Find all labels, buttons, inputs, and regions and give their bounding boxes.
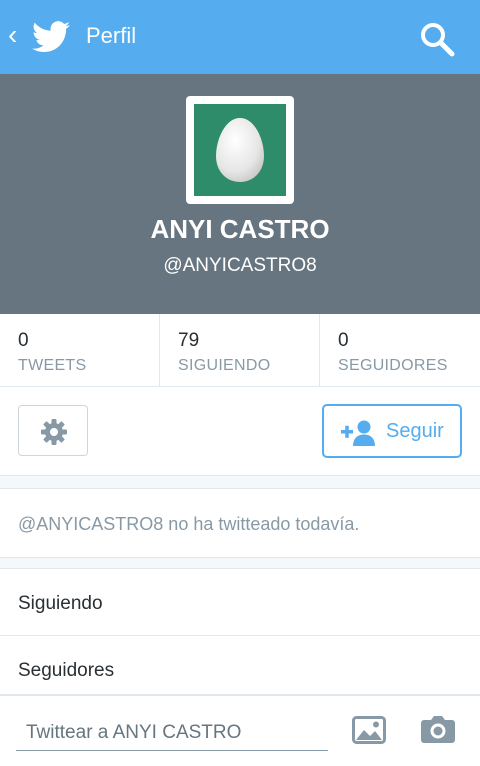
list-item-label: Seguidores [18,660,115,681]
empty-timeline-message: @ANYICASTRO8 no ha twitteado todavía. [18,514,360,534]
image-icon[interactable] [352,716,386,744]
follow-button-label: Seguir [386,420,444,442]
list-item-following[interactable]: Siguiendo [0,569,480,636]
timeline-empty-state: @ANYICASTRO8 no ha twitteado todavía. [0,488,480,558]
profile-actions: Seguir [0,387,480,476]
list-item-label: Siguiendo [18,593,103,614]
twitter-bird-icon[interactable] [32,20,70,54]
compose-tweet-input[interactable] [26,718,322,748]
avatar[interactable] [186,96,294,204]
stat-tweets[interactable]: 0 TWEETS [0,314,160,386]
avatar-background [194,104,286,196]
gear-icon [41,419,67,445]
profile-handle: @ANYICASTRO8 [163,255,317,276]
stat-following[interactable]: 79 SIGUIENDO [160,314,320,386]
egg-avatar-icon [216,118,264,182]
search-icon[interactable] [418,20,456,58]
stat-followers-label: SEGUIDORES [338,357,448,374]
settings-button[interactable] [18,405,88,456]
stat-tweets-label: TWEETS [18,357,87,374]
list-item-followers[interactable]: Seguidores [0,636,480,702]
stat-following-label: SIGUIENDO [178,357,271,374]
page-title: Perfil [86,23,137,48]
camera-icon[interactable] [420,714,456,744]
back-icon[interactable]: ‹ [8,20,17,50]
profile-header: ANYI CASTRO @ANYICASTRO8 [0,74,480,314]
stat-tweets-count: 0 [18,330,29,351]
stat-followers-count: 0 [338,330,349,351]
compose-bar [0,694,480,766]
compose-field [16,714,328,751]
add-user-icon [341,420,375,446]
top-navigation-bar: ‹ Perfil [0,0,480,74]
profile-links-list: Siguiendo Seguidores [0,568,480,695]
stat-following-count: 79 [178,330,200,351]
profile-stats: 0 TWEETS 79 SIGUIENDO 0 SEGUIDORES [0,314,480,387]
follow-button[interactable]: Seguir [322,404,462,458]
stat-followers[interactable]: 0 SEGUIDORES [320,314,480,386]
profile-name: ANYI CASTRO [150,214,330,244]
